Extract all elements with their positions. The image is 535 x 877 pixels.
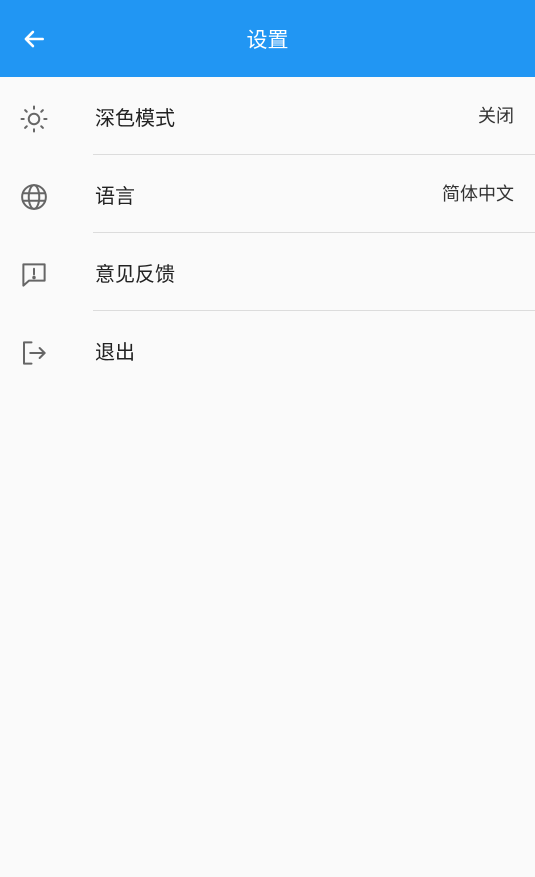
feedback-icon [18, 259, 50, 291]
settings-list: 深色模式 关闭 语言 简体中文 意见反馈 退出 [0, 77, 535, 389]
dark-mode-label: 深色模式 [95, 106, 175, 130]
page-title: 设置 [246, 28, 289, 52]
globe-icon [18, 181, 50, 213]
language-item[interactable]: 语言 简体中文 [0, 155, 535, 233]
feedback-item[interactable]: 意见反馈 [0, 233, 535, 311]
app-bar: 设置 [0, 0, 535, 77]
language-label: 语言 [95, 184, 135, 208]
dark-mode-value: 关闭 [478, 106, 514, 127]
logout-item[interactable]: 退出 [0, 311, 535, 389]
arrow-left-icon [24, 30, 44, 48]
back-button[interactable] [12, 17, 56, 61]
feedback-label: 意见反馈 [95, 262, 175, 286]
language-value: 简体中文 [442, 184, 514, 205]
logout-label: 退出 [95, 340, 135, 364]
sun-icon [18, 103, 50, 135]
logout-icon [18, 337, 50, 369]
dark-mode-item[interactable]: 深色模式 关闭 [0, 77, 535, 155]
settings-screen: 设置 深色模式 关闭 语言 简体中文 意见反馈 退出 [0, 0, 535, 877]
